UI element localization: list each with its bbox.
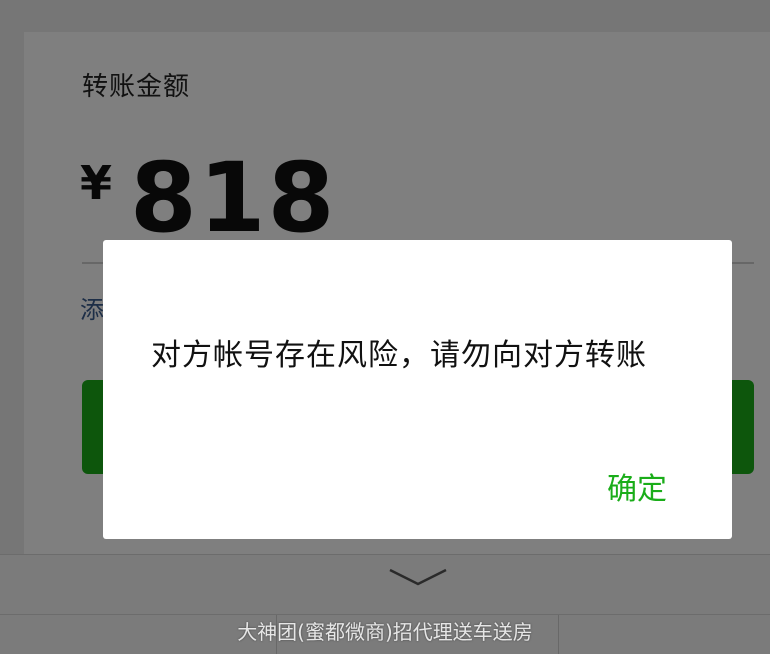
- risk-warning-dialog: 对方帐号存在风险，请勿向对方转账 确定: [103, 240, 732, 539]
- dialog-message: 对方帐号存在风险，请勿向对方转账: [151, 338, 647, 373]
- watermark-text: 大神团(蜜都微商)招代理送车送房: [237, 620, 533, 644]
- confirm-button[interactable]: 确定: [605, 460, 669, 512]
